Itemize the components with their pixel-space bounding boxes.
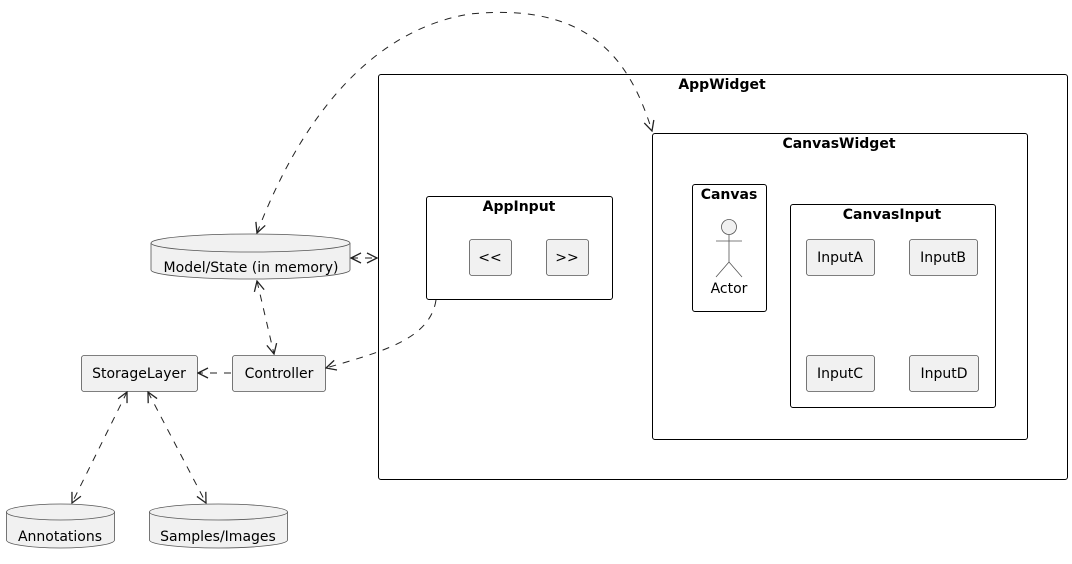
- model-state-label: Model/State (in memory): [164, 260, 339, 276]
- storage-layer-component: StorageLayer: [81, 355, 198, 392]
- canvas-input-title: CanvasInput: [843, 207, 942, 223]
- input-a-component: InputA: [806, 239, 875, 276]
- edge-storage-annotations: [72, 392, 127, 503]
- next-label: >>: [555, 250, 578, 266]
- canvas-title: Canvas: [701, 187, 758, 203]
- annotations-database: Annotations: [6, 503, 115, 549]
- prev-label: <<: [478, 250, 501, 266]
- input-d-label: InputD: [920, 366, 967, 382]
- input-c-label: InputC: [817, 366, 863, 382]
- annotations-label: Annotations: [18, 529, 102, 545]
- input-c-component: InputC: [806, 355, 875, 392]
- canvas-frame: Canvas Actor: [692, 184, 767, 312]
- samples-images-label: Samples/Images: [160, 529, 276, 545]
- input-b-label: InputB: [920, 250, 966, 266]
- app-input-title: AppInput: [483, 199, 556, 215]
- app-input-frame: AppInput << >>: [426, 196, 613, 300]
- input-b-component: InputB: [909, 239, 978, 276]
- canvas-input-frame: CanvasInput InputA InputB InputC InputD: [790, 204, 996, 408]
- actor-label: Actor: [711, 281, 748, 297]
- input-d-component: InputD: [909, 355, 979, 392]
- edge-storage-samples: [148, 392, 206, 503]
- app-widget-title: AppWidget: [678, 77, 766, 93]
- input-a-label: InputA: [817, 250, 863, 266]
- next-component: >>: [546, 239, 589, 276]
- storage-layer-label: StorageLayer: [92, 366, 186, 382]
- model-state-database: Model/State (in memory): [150, 233, 351, 280]
- controller-component: Controller: [232, 355, 326, 392]
- controller-label: Controller: [245, 366, 314, 382]
- prev-component: <<: [469, 239, 512, 276]
- canvas-widget-title: CanvasWidget: [782, 136, 895, 152]
- diagram-canvas: AppWidget CanvasWidget Canvas Actor Canv…: [6, 12, 1068, 549]
- samples-images-database: Samples/Images: [149, 503, 288, 549]
- edge-model-controller: [257, 281, 274, 354]
